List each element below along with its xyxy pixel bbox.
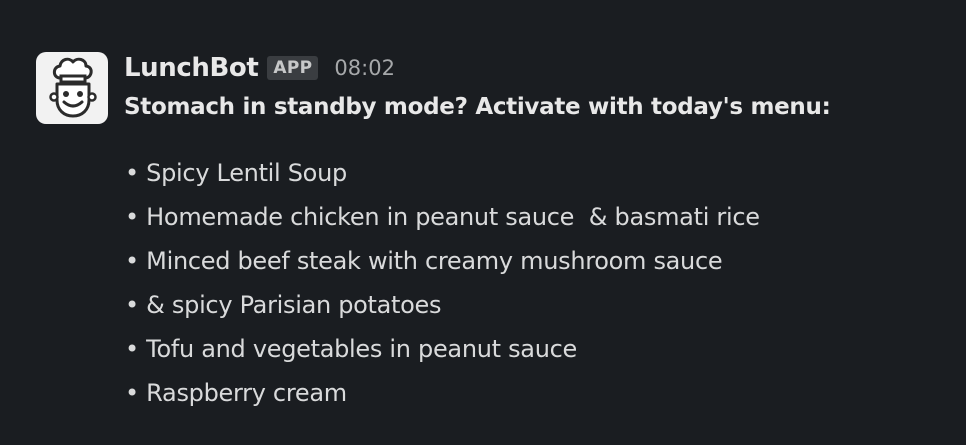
menu-item: • & spicy Parisian potatoes bbox=[125, 291, 442, 319]
menu-item: • Tofu and vegetables in peanut sauce bbox=[125, 335, 577, 363]
menu-list: • Spicy Lentil Soup • Homemade chicken i… bbox=[125, 154, 760, 418]
message-header: LunchBot APP 08:02 bbox=[124, 50, 395, 86]
chat-message: LunchBot APP 08:02 Stomach in standby mo… bbox=[0, 0, 966, 445]
chef-face-icon bbox=[49, 57, 97, 118]
bot-avatar[interactable] bbox=[36, 52, 108, 124]
menu-item: • Spicy Lentil Soup bbox=[125, 159, 347, 187]
menu-item: • Raspberry cream bbox=[125, 379, 347, 407]
menu-item: • Homemade chicken in peanut sauce & bas… bbox=[125, 203, 760, 231]
menu-item: • Minced beef steak with creamy mushroom… bbox=[125, 247, 723, 275]
message-timestamp[interactable]: 08:02 bbox=[334, 56, 395, 80]
sender-name[interactable]: LunchBot bbox=[124, 53, 259, 83]
message-headline: Stomach in standby mode? Activate with t… bbox=[124, 94, 831, 120]
app-badge: APP bbox=[267, 56, 319, 80]
